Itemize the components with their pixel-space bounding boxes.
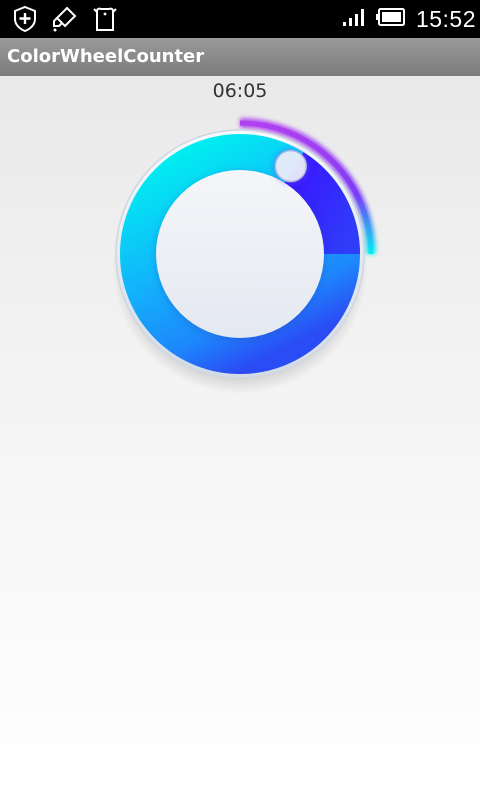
wheel-face[interactable] (156, 170, 324, 338)
android-bear-icon (92, 5, 118, 33)
system-indicators: 15:52 (342, 0, 476, 38)
content-area: 06:05 (0, 76, 480, 800)
usb-debug-icon (52, 5, 78, 33)
battery-icon (375, 7, 406, 32)
status-bar: 15:52 (0, 0, 480, 38)
color-wheel[interactable] (0, 76, 480, 800)
drag-knob[interactable] (272, 148, 309, 185)
app-title: ColorWheelCounter (7, 46, 205, 67)
notification-icons (12, 5, 118, 33)
action-bar: ColorWheelCounter (0, 38, 480, 76)
shield-plus-icon (12, 5, 38, 33)
status-clock: 15:52 (415, 5, 476, 32)
signal-icon (342, 7, 366, 32)
